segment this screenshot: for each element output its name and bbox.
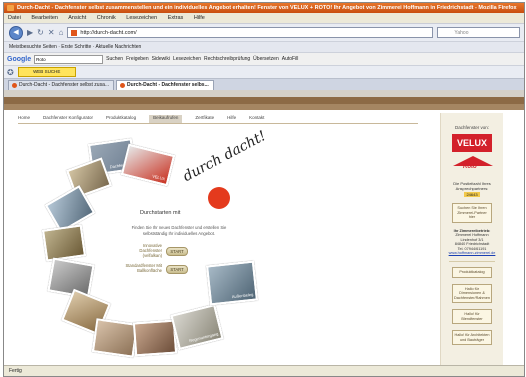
web-search-button[interactable]: WEB SUCHE xyxy=(17,67,76,77)
url-text: http://durch-dacht.com/ xyxy=(80,29,137,36)
blendfenster-button[interactable]: Hallo! für Blendfenster xyxy=(452,309,492,325)
google-freigeben[interactable]: Freigeben xyxy=(126,56,149,62)
produktkatalog-button[interactable]: Produktkatalog xyxy=(452,267,492,278)
menu-extras[interactable]: Extras xyxy=(168,15,184,21)
photo-7 xyxy=(91,318,139,358)
bookmark-nachrichten[interactable]: Aktuelle Nachrichten xyxy=(95,44,141,50)
standard-label: Standardfenster Mit Ballkonfläche xyxy=(125,263,162,273)
innovative-label: Innovative Dachfenster (velfalkan) xyxy=(139,243,162,258)
site-nav-zertifikate[interactable]: Zertfikate xyxy=(195,115,214,123)
google-search-input[interactable] xyxy=(34,54,104,64)
partner-sidebar: Dachfenster von: VELUX Roto Die Postleit… xyxy=(440,113,503,367)
status-bar: Fertig xyxy=(4,365,524,376)
google-toolbar: Google Suchen Freigeben Sidewiki Lesezei… xyxy=(4,52,524,65)
site-nav-katalog[interactable]: Produktkatalog xyxy=(106,115,136,123)
site-nav-kontakt[interactable]: Kontakt xyxy=(249,115,264,123)
tab-favicon xyxy=(120,83,126,88)
nav-divider xyxy=(18,123,418,124)
velux-logo[interactable]: VELUX xyxy=(452,134,492,152)
photo-8 xyxy=(132,319,178,357)
postleit-label: Die Postleitzahl Ihres Ansprechpartners: xyxy=(453,181,491,191)
menu-chronik[interactable]: Chronik xyxy=(97,15,116,21)
roto-logo[interactable]: Roto xyxy=(453,156,493,173)
photo-4 xyxy=(41,224,87,262)
site-nav: Home Dachfenster Konfigurator Produktkat… xyxy=(18,115,418,123)
stop-icon[interactable]: ✕ xyxy=(48,28,55,37)
tab-label: Durch-Dacht - Dachfenster selbs... xyxy=(127,82,209,88)
logo-red-dot xyxy=(208,187,230,209)
sidebar-title: Dachfenster von: xyxy=(454,125,490,130)
search-input[interactable]: Yahoo xyxy=(437,27,520,38)
menu-lesezeichen[interactable]: Lesezeichen xyxy=(126,15,157,21)
sidebar-divider xyxy=(449,261,495,263)
partner-search-button[interactable]: Suchen Sie Ihren Zimmerei-Partner hier xyxy=(452,203,492,223)
google-suchen[interactable]: Suchen xyxy=(106,56,123,62)
firefox-icon xyxy=(7,5,14,11)
photo-regenuntergang: Regenuntergang xyxy=(170,303,224,351)
browser-window: Durch-Dacht - Dachfenster selbst zusamme… xyxy=(3,2,525,377)
partner-address: Ihr Zimmereibetrieb: Zimmerei Hoffmann L… xyxy=(441,229,503,257)
url-bar[interactable]: http://durch-dacht.com/ xyxy=(67,27,434,38)
menu-bearbeiten[interactable]: Bearbeiten xyxy=(31,15,58,21)
forward-icon[interactable]: ▶ xyxy=(27,28,33,37)
site-nav-hilfe[interactable]: Hilfe xyxy=(227,115,236,123)
google-uebersetzen[interactable]: Übersetzen xyxy=(253,56,279,62)
google-lesezeichen[interactable]: Lesezeichen xyxy=(173,56,201,62)
plz-value: 24643 xyxy=(464,192,480,197)
google-autofill[interactable]: AutoFill xyxy=(282,56,299,62)
partner-website-link[interactable]: www.hoffmann-zimmerei.de xyxy=(441,251,503,256)
tab-strip: Durch-Dacht - Dachfenster selbst zusa...… xyxy=(4,78,524,90)
site-header-stripe xyxy=(4,104,524,110)
site-favicon xyxy=(71,29,78,36)
logo-text: durch dacht! xyxy=(180,127,269,185)
start-button-standard[interactable]: START xyxy=(166,265,188,274)
home-icon[interactable]: ⌂ xyxy=(59,28,64,37)
tab-label: Durch-Dacht - Dachfenster selbst zusa... xyxy=(19,82,110,88)
start-button-innovative[interactable]: START xyxy=(166,247,188,256)
photo-aussenbeleg: Außenbeleg xyxy=(206,260,258,306)
secondary-toolbar: ✪ WEB SUCHE xyxy=(4,65,524,78)
architekten-button[interactable]: Hallo! für Architekten und Bauträger xyxy=(452,330,492,346)
tab-2-active[interactable]: Durch-Dacht - Dachfenster selbs... xyxy=(116,80,214,90)
title-bar: Durch-Dacht - Dachfenster selbst zusamme… xyxy=(4,3,524,13)
reload-icon[interactable]: ↻ xyxy=(37,28,44,37)
menu-ansicht[interactable]: Ansicht xyxy=(68,15,86,21)
menu-hilfe[interactable]: Hilfe xyxy=(194,15,205,21)
menu-datei[interactable]: Datei xyxy=(8,15,21,21)
page-content: Home Dachfenster Konfigurator Produktkat… xyxy=(4,97,524,367)
dimensionen-button[interactable]: Hallo für Dimensionen & Dachfenster/Rahm… xyxy=(452,283,492,304)
photo-velux: VELUX xyxy=(120,143,176,187)
tab-1[interactable]: Durch-Dacht - Dachfenster selbst zusa... xyxy=(8,80,115,90)
back-icon[interactable]: ◀ xyxy=(9,25,23,40)
menu-bar: Datei Bearbeiten Ansicht Chronik Lesezei… xyxy=(4,13,524,23)
google-rechtschreibung[interactable]: Rechtschreibprüfung xyxy=(204,56,250,62)
site-nav-active[interactable]: Beikaufrufen xyxy=(149,115,183,123)
bookmarks-bar: Meistbesuchte Seiten · Erste Schritte · … xyxy=(4,41,524,52)
tab-favicon xyxy=(12,83,17,88)
toolbar-logo-icon: ✪ xyxy=(7,67,14,77)
google-logo: Google xyxy=(7,55,32,63)
intro-text: Finden Sie Ihr neues Dachfenster und ers… xyxy=(131,225,227,236)
window-title: Durch-Dacht - Dachfenster selbst zusamme… xyxy=(17,5,517,11)
site-nav-konfigurator[interactable]: Dachfenster Konfigurator xyxy=(43,115,93,123)
navigation-toolbar: ◀ ▶ ↻ ✕ ⌂ http://durch-dacht.com/ Yahoo xyxy=(4,23,524,41)
durch-dacht-logo: durch dacht! xyxy=(180,128,288,221)
site-nav-home[interactable]: Home xyxy=(18,115,30,123)
bookmark-erste-schritte[interactable]: Erste Schritte xyxy=(61,44,91,50)
google-sidewiki[interactable]: Sidewiki xyxy=(152,56,170,62)
headline: Durchstarten mit xyxy=(140,210,181,216)
bookmark-meistbesuchte[interactable]: Meistbesuchte Seiten xyxy=(9,44,57,50)
